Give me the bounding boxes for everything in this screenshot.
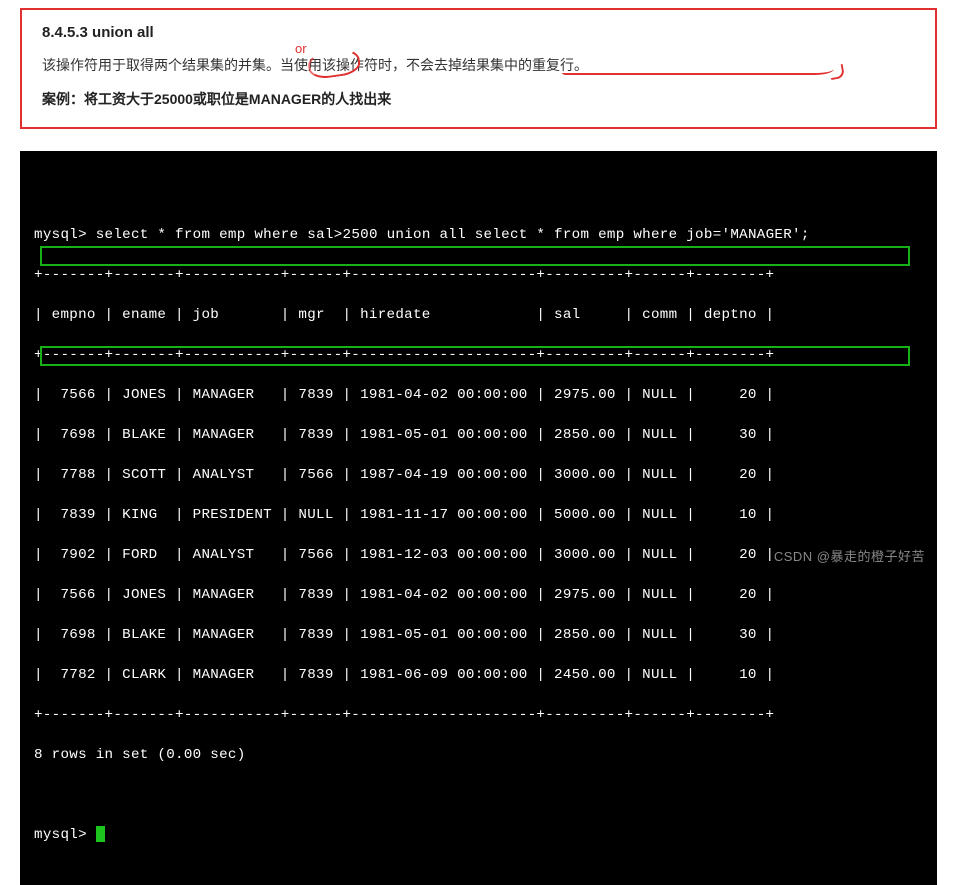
paragraph-text-union: 并集 <box>238 57 266 73</box>
table-row: | 7839 | KING | PRESIDENT | NULL | 1981-… <box>34 505 925 525</box>
terminal-query-line: mysql> select * from emp where sal>2500 … <box>34 225 925 245</box>
table-row: | 7788 | SCOTT | ANALYST | 7566 | 1987-0… <box>34 465 925 485</box>
document-box: 8.4.5.3 union all or 该操作符用于取得两个结果集的并集。当使… <box>20 8 937 129</box>
annotation-underline-icon <box>562 69 834 75</box>
table-header: | empno | ename | job | mgr | hiredate |… <box>34 305 925 325</box>
section-heading: 8.4.5.3 union all <box>42 24 915 41</box>
table-row: | 7698 | BLAKE | MANAGER | 7839 | 1981-0… <box>34 625 925 645</box>
terminal-prompt-line: mysql> <box>34 825 925 845</box>
table-row: | 7566 | JONES | MANAGER | 7839 | 1981-0… <box>34 585 925 605</box>
table-sep: +-------+-------+-----------+------+----… <box>34 705 925 725</box>
annotation-or: or <box>295 41 307 56</box>
terminal-output: mysql> select * from emp where sal>2500 … <box>20 151 937 885</box>
annotation-underline-tail-icon <box>829 64 845 80</box>
section-paragraph: or 该操作符用于取得两个结果集的并集。当使用该操作符时，不会去掉结果集中的重复… <box>42 55 915 75</box>
prompt-text: mysql> <box>34 227 87 243</box>
blank-line <box>34 785 925 805</box>
cursor-icon <box>96 826 105 842</box>
table-row: | 7698 | BLAKE | MANAGER | 7839 | 1981-0… <box>34 425 925 445</box>
prompt-text: mysql> <box>34 827 87 843</box>
paragraph-text-tail: 不会去掉结果集中的重复行。 <box>406 57 588 73</box>
query-text: select * from emp where sal>2500 union a… <box>96 227 810 243</box>
table-sep: +-------+-------+-----------+------+----… <box>34 265 925 285</box>
highlight-box-1 <box>40 246 910 266</box>
highlight-box-2 <box>40 346 910 366</box>
paragraph-text-pre: 该操作符用于取得两个结果集的 <box>42 57 238 73</box>
table-row: | 7782 | CLARK | MANAGER | 7839 | 1981-0… <box>34 665 925 685</box>
annotation-circle-icon <box>306 46 361 81</box>
table-row: | 7566 | JONES | MANAGER | 7839 | 1981-0… <box>34 385 925 405</box>
case-label: 案例：将工资大于25000或职位是MANAGER的人找出来 <box>42 89 915 109</box>
row-count: 8 rows in set (0.00 sec) <box>34 745 925 765</box>
watermark-text: CSDN @暴走的橙子好苦 <box>774 546 925 565</box>
